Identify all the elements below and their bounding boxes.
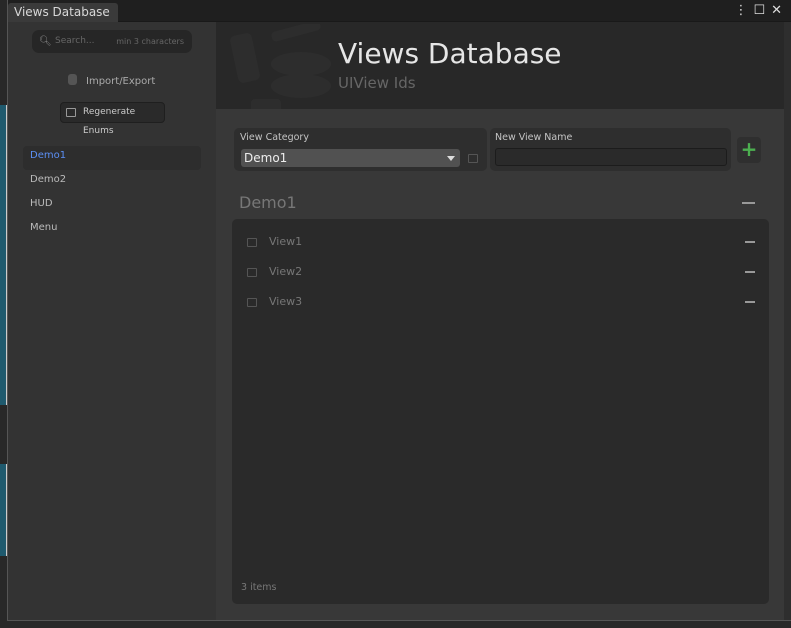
list-item: View3 bbox=[232, 287, 769, 317]
edit-icon[interactable] bbox=[247, 298, 257, 307]
search-input[interactable]: 🔍︎ Search... min 3 characters bbox=[32, 30, 192, 53]
scrollbar[interactable] bbox=[784, 22, 791, 620]
view-name: View1 bbox=[269, 235, 303, 248]
new-view-name-label: New View Name bbox=[495, 132, 573, 143]
search-icon: 🔍︎ bbox=[39, 36, 52, 47]
import-export-button[interactable]: Import/Export bbox=[68, 74, 155, 89]
view-category-dropdown[interactable]: Demo1 bbox=[241, 149, 460, 167]
add-view-button[interactable]: + bbox=[737, 137, 761, 163]
item-count: 3 items bbox=[241, 582, 277, 593]
sidebar-item-demo2[interactable]: Demo2 bbox=[23, 170, 201, 194]
remove-view-button[interactable] bbox=[745, 271, 755, 273]
section-title: Demo1 bbox=[239, 193, 297, 212]
view-category-label: View Category bbox=[240, 132, 309, 143]
close-icon[interactable]: ✕ bbox=[771, 3, 782, 19]
sidebar-item-hud[interactable]: HUD bbox=[23, 194, 201, 218]
background-editor-panel bbox=[0, 105, 7, 405]
header: Views Database UIView Ids bbox=[216, 22, 784, 109]
remove-category-button[interactable] bbox=[742, 202, 755, 204]
edit-icon[interactable] bbox=[247, 268, 257, 277]
view-name: View2 bbox=[269, 265, 303, 278]
remove-view-button[interactable] bbox=[745, 241, 755, 243]
view-list: View1 View2 View3 3 items bbox=[232, 219, 769, 604]
regenerate-label: Regenerate Enums bbox=[83, 107, 136, 136]
regenerate-enums-button[interactable]: Regenerate Enums bbox=[60, 102, 165, 136]
page-subtitle: UIView Ids bbox=[338, 74, 416, 92]
background-editor-panel bbox=[0, 464, 7, 556]
import-export-label: Import/Export bbox=[86, 76, 156, 87]
search-placeholder: Search... bbox=[55, 36, 95, 46]
edit-category-icon[interactable] bbox=[468, 154, 478, 163]
document-icon bbox=[66, 108, 76, 117]
chevron-down-icon bbox=[447, 156, 455, 161]
window-tab[interactable]: Views Database bbox=[8, 3, 118, 22]
category-list: Demo1 Demo2 HUD Menu bbox=[23, 146, 201, 242]
search-hint: min 3 characters bbox=[116, 37, 184, 46]
remove-view-button[interactable] bbox=[745, 301, 755, 303]
list-item: View1 bbox=[232, 227, 769, 257]
edit-icon[interactable] bbox=[247, 238, 257, 247]
maximize-icon[interactable]: ☐ bbox=[753, 3, 765, 19]
sidebar-item-demo1[interactable]: Demo1 bbox=[23, 146, 201, 170]
tab-bar: Views Database ⋮ ☐ ✕ bbox=[8, 0, 791, 22]
menu-icon[interactable]: ⋮ bbox=[734, 3, 747, 19]
view-category-value: Demo1 bbox=[244, 151, 288, 165]
database-icon bbox=[68, 74, 77, 85]
database-logo-icon bbox=[230, 24, 331, 109]
sidebar: 🔍︎ Search... min 3 characters Import/Exp… bbox=[8, 22, 216, 620]
views-database-window: Views Database ⋮ ☐ ✕ 🔍︎ Search... min 3 … bbox=[7, 0, 791, 621]
new-view-name-input[interactable] bbox=[495, 148, 727, 166]
view-name: View3 bbox=[269, 295, 303, 308]
list-item: View2 bbox=[232, 257, 769, 287]
page-title: Views Database bbox=[338, 37, 562, 70]
sidebar-item-menu[interactable]: Menu bbox=[23, 218, 201, 242]
